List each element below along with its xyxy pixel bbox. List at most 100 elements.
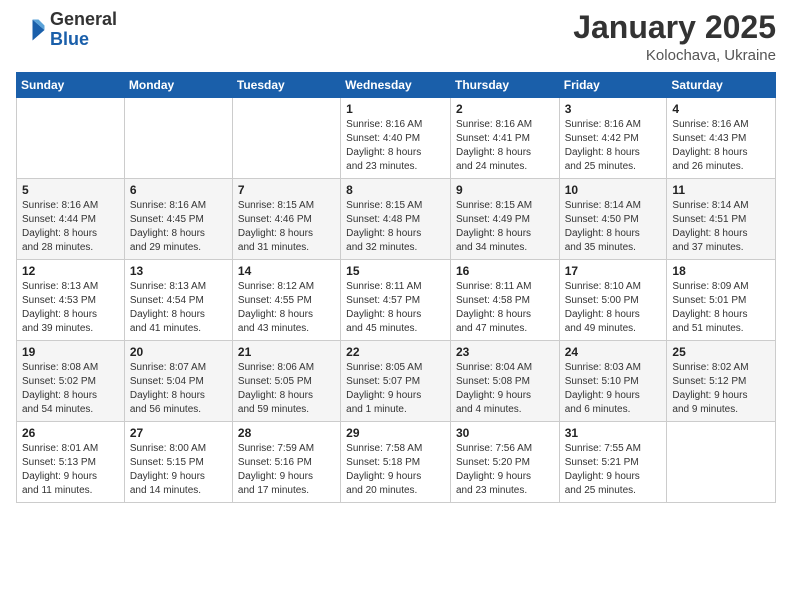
table-row: 16Sunrise: 8:11 AMSunset: 4:58 PMDayligh… (450, 260, 559, 341)
day-info: Sunrise: 8:05 AMSunset: 5:07 PMDaylight:… (346, 361, 445, 417)
day-number: 24 (565, 345, 662, 359)
day-info: Sunrise: 8:08 AMSunset: 5:02 PMDaylight:… (22, 361, 119, 417)
day-number: 11 (672, 183, 770, 197)
calendar-header-row: Sunday Monday Tuesday Wednesday Thursday… (17, 73, 776, 98)
day-number: 18 (672, 264, 770, 278)
day-info: Sunrise: 8:06 AMSunset: 5:05 PMDaylight:… (238, 361, 335, 417)
table-row: 18 Sunrise: 8:09 AMSunset: 5:01 PMDayligh… (667, 260, 776, 341)
table-row: 21 Sunrise: 8:06 AMSunset: 5:05 PMDayligh… (232, 341, 340, 422)
page: General Blue January 2025 Kolochava, Ukr… (0, 0, 792, 612)
day-info: Sunrise: 8:14 AMSunset: 4:50 PMDaylight:… (565, 199, 662, 255)
day-number: 21 (238, 345, 335, 359)
table-row: 3 Sunrise: 8:16 AMSunset: 4:42 PMDaylight… (559, 98, 667, 179)
day-info: Sunrise: 8:02 AMSunset: 5:12 PMDaylight:… (672, 361, 770, 417)
day-number: 25 (672, 345, 770, 359)
table-row: 7 Sunrise: 8:15 AMSunset: 4:46 PMDaylight… (232, 179, 340, 260)
day-info: Sunrise: 8:07 AMSunset: 5:04 PMDaylight:… (130, 361, 227, 417)
day-info: Sunrise: 8:16 AMSunset: 4:42 PMDaylight:… (565, 118, 662, 174)
table-row: 14 Sunrise: 8:12 AMSunset: 4:55 PMDayligh… (232, 260, 340, 341)
day-number: 10 (565, 183, 662, 197)
day-info: Sunrise: 7:55 AMSunset: 5:21 PMDaylight:… (565, 442, 662, 498)
day-info: Sunrise: 7:59 AMSunset: 5:16 PMDaylight:… (238, 442, 335, 498)
day-number: 20 (130, 345, 227, 359)
day-info: Sunrise: 8:03 AMSunset: 5:10 PMDaylight:… (565, 361, 662, 417)
day-info: Sunrise: 8:14 AMSunset: 4:51 PMDaylight:… (672, 199, 770, 255)
logo-blue: Blue (50, 29, 89, 49)
table-row: 27 Sunrise: 8:00 AMSunset: 5:15 PMDayligh… (124, 422, 232, 503)
day-info: Sunrise: 8:11 AMSunset: 4:57 PMDaylight:… (346, 280, 445, 336)
day-number: 29 (346, 426, 445, 440)
calendar-week-3: 12Sunrise: 8:13 AMSunset: 4:53 PMDayligh… (17, 260, 776, 341)
day-info: Sunrise: 8:13 AMSunset: 4:54 PMDaylight:… (130, 280, 227, 336)
table-row: 22Sunrise: 8:05 AMSunset: 5:07 PMDayligh… (341, 341, 451, 422)
day-number: 3 (565, 102, 662, 116)
day-number: 14 (238, 264, 335, 278)
day-number: 2 (456, 102, 554, 116)
day-info: Sunrise: 8:01 AMSunset: 5:13 PMDaylight:… (22, 442, 119, 498)
day-info: Sunrise: 8:00 AMSunset: 5:15 PMDaylight:… (130, 442, 227, 498)
logo: General Blue (16, 10, 117, 50)
day-number: 23 (456, 345, 554, 359)
table-row: 31 Sunrise: 7:55 AMSunset: 5:21 PMDayligh… (559, 422, 667, 503)
day-info: Sunrise: 8:15 AMSunset: 4:48 PMDaylight:… (346, 199, 445, 255)
month-title: January 2025 (573, 10, 776, 45)
day-info: Sunrise: 8:16 AMSunset: 4:41 PMDaylight:… (456, 118, 554, 174)
calendar: Sunday Monday Tuesday Wednesday Thursday… (16, 72, 776, 503)
day-number: 27 (130, 426, 227, 440)
day-info: Sunrise: 8:04 AMSunset: 5:08 PMDaylight:… (456, 361, 554, 417)
day-number: 16 (456, 264, 554, 278)
col-sunday: Sunday (17, 73, 125, 98)
logo-icon (16, 15, 46, 45)
day-info: Sunrise: 8:16 AMSunset: 4:45 PMDaylight:… (130, 199, 227, 255)
table-row (232, 98, 340, 179)
day-number: 5 (22, 183, 119, 197)
header: General Blue January 2025 Kolochava, Ukr… (16, 10, 776, 64)
title-block: January 2025 Kolochava, Ukraine (573, 10, 776, 64)
day-info: Sunrise: 8:16 AMSunset: 4:43 PMDaylight:… (672, 118, 770, 174)
table-row: 28 Sunrise: 7:59 AMSunset: 5:16 PMDayligh… (232, 422, 340, 503)
col-wednesday: Wednesday (341, 73, 451, 98)
day-number: 8 (346, 183, 445, 197)
col-saturday: Saturday (667, 73, 776, 98)
table-row: 25 Sunrise: 8:02 AMSunset: 5:12 PMDayligh… (667, 341, 776, 422)
table-row (667, 422, 776, 503)
logo-text: General Blue (50, 10, 117, 50)
day-info: Sunrise: 8:16 AMSunset: 4:44 PMDaylight:… (22, 199, 119, 255)
day-number: 15 (346, 264, 445, 278)
table-row: 5 Sunrise: 8:16 AMSunset: 4:44 PMDaylight… (17, 179, 125, 260)
day-info: Sunrise: 8:16 AMSunset: 4:40 PMDaylight:… (346, 118, 445, 174)
calendar-week-4: 19Sunrise: 8:08 AMSunset: 5:02 PMDayligh… (17, 341, 776, 422)
logo-general: General (50, 9, 117, 29)
day-number: 6 (130, 183, 227, 197)
day-number: 31 (565, 426, 662, 440)
day-info: Sunrise: 8:15 AMSunset: 4:49 PMDaylight:… (456, 199, 554, 255)
col-tuesday: Tuesday (232, 73, 340, 98)
day-info: Sunrise: 7:56 AMSunset: 5:20 PMDaylight:… (456, 442, 554, 498)
table-row: 26 Sunrise: 8:01 AMSunset: 5:13 PMDayligh… (17, 422, 125, 503)
col-monday: Monday (124, 73, 232, 98)
day-info: Sunrise: 8:09 AMSunset: 5:01 PMDaylight:… (672, 280, 770, 336)
table-row: 9 Sunrise: 8:15 AMSunset: 4:49 PMDaylight… (450, 179, 559, 260)
day-info: Sunrise: 7:58 AMSunset: 5:18 PMDaylight:… (346, 442, 445, 498)
day-info: Sunrise: 8:13 AMSunset: 4:53 PMDaylight:… (22, 280, 119, 336)
table-row: 4 Sunrise: 8:16 AMSunset: 4:43 PMDaylight… (667, 98, 776, 179)
day-number: 4 (672, 102, 770, 116)
table-row: 19Sunrise: 8:08 AMSunset: 5:02 PMDayligh… (17, 341, 125, 422)
table-row: 17Sunrise: 8:10 AMSunset: 5:00 PMDayligh… (559, 260, 667, 341)
day-number: 7 (238, 183, 335, 197)
table-row: 13 Sunrise: 8:13 AMSunset: 4:54 PMDayligh… (124, 260, 232, 341)
day-info: Sunrise: 8:15 AMSunset: 4:46 PMDaylight:… (238, 199, 335, 255)
table-row: 8 Sunrise: 8:15 AMSunset: 4:48 PMDaylight… (341, 179, 451, 260)
table-row: 20 Sunrise: 8:07 AMSunset: 5:04 PMDayligh… (124, 341, 232, 422)
table-row (17, 98, 125, 179)
table-row: 12Sunrise: 8:13 AMSunset: 4:53 PMDayligh… (17, 260, 125, 341)
day-number: 28 (238, 426, 335, 440)
table-row: 2 Sunrise: 8:16 AMSunset: 4:41 PMDaylight… (450, 98, 559, 179)
day-number: 17 (565, 264, 662, 278)
day-number: 26 (22, 426, 119, 440)
day-number: 9 (456, 183, 554, 197)
day-info: Sunrise: 8:12 AMSunset: 4:55 PMDaylight:… (238, 280, 335, 336)
day-number: 13 (130, 264, 227, 278)
table-row: 29 Sunrise: 7:58 AMSunset: 5:18 PMDayligh… (341, 422, 451, 503)
table-row (124, 98, 232, 179)
